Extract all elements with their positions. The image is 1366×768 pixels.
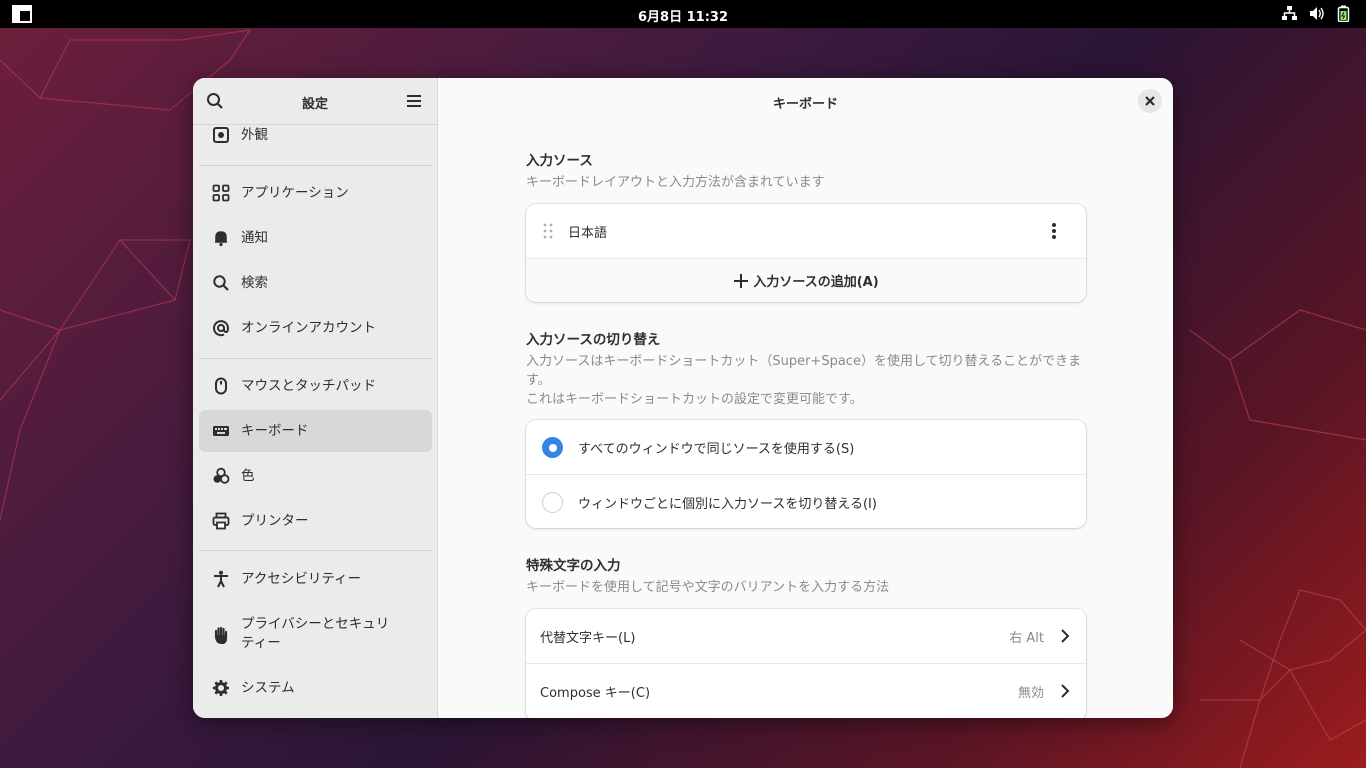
switching-card: すべてのウィンドウで同じソースを使用する(S) ウィンドウごとに個別に入力ソース… xyxy=(526,420,1086,528)
sidebar-item-search[interactable]: 検索 xyxy=(199,262,432,304)
sidebar-item-appearance[interactable]: 外観 xyxy=(199,125,432,156)
close-icon xyxy=(1145,96,1155,106)
at-icon xyxy=(212,319,230,337)
option-same-source[interactable]: すべてのウィンドウで同じソースを使用する(S) xyxy=(526,420,1086,474)
system-tray[interactable] xyxy=(1281,5,1352,23)
sidebar-title: 設定 xyxy=(301,97,328,112)
radio-button[interactable] xyxy=(542,492,563,513)
input-source-row[interactable]: 日本語 xyxy=(526,204,1086,258)
divider xyxy=(199,358,432,359)
main-panel: キーボード 入力ソース キーボードレイアウトと入力方法が含まれています 日本語 xyxy=(438,78,1173,718)
special-desc: キーボードを使用して記号や文字のバリアントを入力する方法 xyxy=(526,580,890,595)
special-title: 特殊文字の入力 xyxy=(526,558,621,574)
sidebar-item-privacy-security[interactable]: プライバシーとセキュリ ティー xyxy=(199,603,432,667)
printer-icon xyxy=(212,512,230,530)
input-sources-desc: キーボードレイアウトと入力方法が含まれています xyxy=(526,175,825,190)
keyboard-icon xyxy=(212,422,230,440)
color-icon xyxy=(212,467,230,485)
sidebar-list: 外観 アプリケーション 通知 検索 オンラインアカウント マウスとタッチパッド … xyxy=(193,125,438,718)
radio-button-selected[interactable] xyxy=(542,437,563,458)
compose-key-row[interactable]: Compose キー(C) 無効 xyxy=(526,663,1086,718)
drag-handle-icon[interactable] xyxy=(542,223,554,239)
input-sources-title: 入力ソース xyxy=(526,153,593,169)
page-title: キーボード xyxy=(772,97,838,112)
sidebar-item-printers[interactable]: プリンター xyxy=(199,500,432,542)
special-card: 代替文字キー(L) 右 Alt Compose キー(C) 無効 xyxy=(526,609,1086,718)
divider xyxy=(199,550,432,551)
sidebar-item-accessibility[interactable]: アクセシビリティー xyxy=(199,558,432,600)
switching-desc: 入力ソースはキーボードショートカット（Super+Space）を使用して切り替え… xyxy=(526,354,1082,407)
input-sources-card: 日本語 入力ソースの追加(A) xyxy=(526,204,1086,302)
alternate-chars-key-row[interactable]: 代替文字キー(L) 右 Alt xyxy=(526,609,1086,663)
apps-grid-icon xyxy=(212,184,230,202)
plus-icon xyxy=(734,274,749,288)
option-per-window[interactable]: ウィンドウごとに個別に入力ソースを切り替える(I) xyxy=(526,474,1086,528)
sidebar-header: 設定 xyxy=(193,78,437,125)
sidebar-item-applications[interactable]: アプリケーション xyxy=(199,172,432,214)
hamburger-menu-icon[interactable] xyxy=(405,93,423,109)
chevron-right-icon xyxy=(1060,628,1070,644)
switching-title: 入力ソースの切り替え xyxy=(526,332,661,348)
main-header: キーボード xyxy=(438,78,1173,125)
sidebar-item-online-accounts[interactable]: オンラインアカウント xyxy=(199,307,432,349)
sidebar-item-color[interactable]: 色 xyxy=(199,455,432,497)
search-icon xyxy=(212,274,230,292)
appearance-icon xyxy=(212,126,230,144)
network-icon[interactable] xyxy=(1281,5,1298,22)
sidebar-item-system[interactable]: システム xyxy=(199,667,432,709)
clock[interactable]: 6月8日 11:32 xyxy=(0,6,1366,25)
add-input-source-button[interactable]: 入力ソースの追加(A) xyxy=(526,258,1086,302)
volume-icon[interactable] xyxy=(1308,5,1325,22)
chevron-right-icon xyxy=(1060,683,1070,699)
close-button[interactable] xyxy=(1138,89,1162,113)
sidebar-item-keyboard[interactable]: キーボード xyxy=(199,410,432,452)
sidebar: 設定 外観 アプリケーション 通知 検索 オンラインアカウント マウスとタッチパ… xyxy=(193,78,438,718)
settings-window: 設定 外観 アプリケーション 通知 検索 オンラインアカウント マウスとタッチパ… xyxy=(193,78,1173,718)
more-options-icon[interactable] xyxy=(1046,222,1062,240)
divider xyxy=(199,165,432,166)
top-bar: 6月8日 11:32 xyxy=(0,0,1366,28)
input-source-label: 日本語 xyxy=(568,226,608,241)
battery-icon[interactable] xyxy=(1335,5,1352,23)
mouse-icon xyxy=(212,377,230,395)
sidebar-item-notifications[interactable]: 通知 xyxy=(199,217,432,259)
hand-icon xyxy=(212,626,230,645)
sidebar-item-mouse-touchpad[interactable]: マウスとタッチパッド xyxy=(199,365,432,407)
accessibility-icon xyxy=(212,570,230,588)
gear-icon xyxy=(212,679,230,697)
bell-icon xyxy=(212,229,230,247)
